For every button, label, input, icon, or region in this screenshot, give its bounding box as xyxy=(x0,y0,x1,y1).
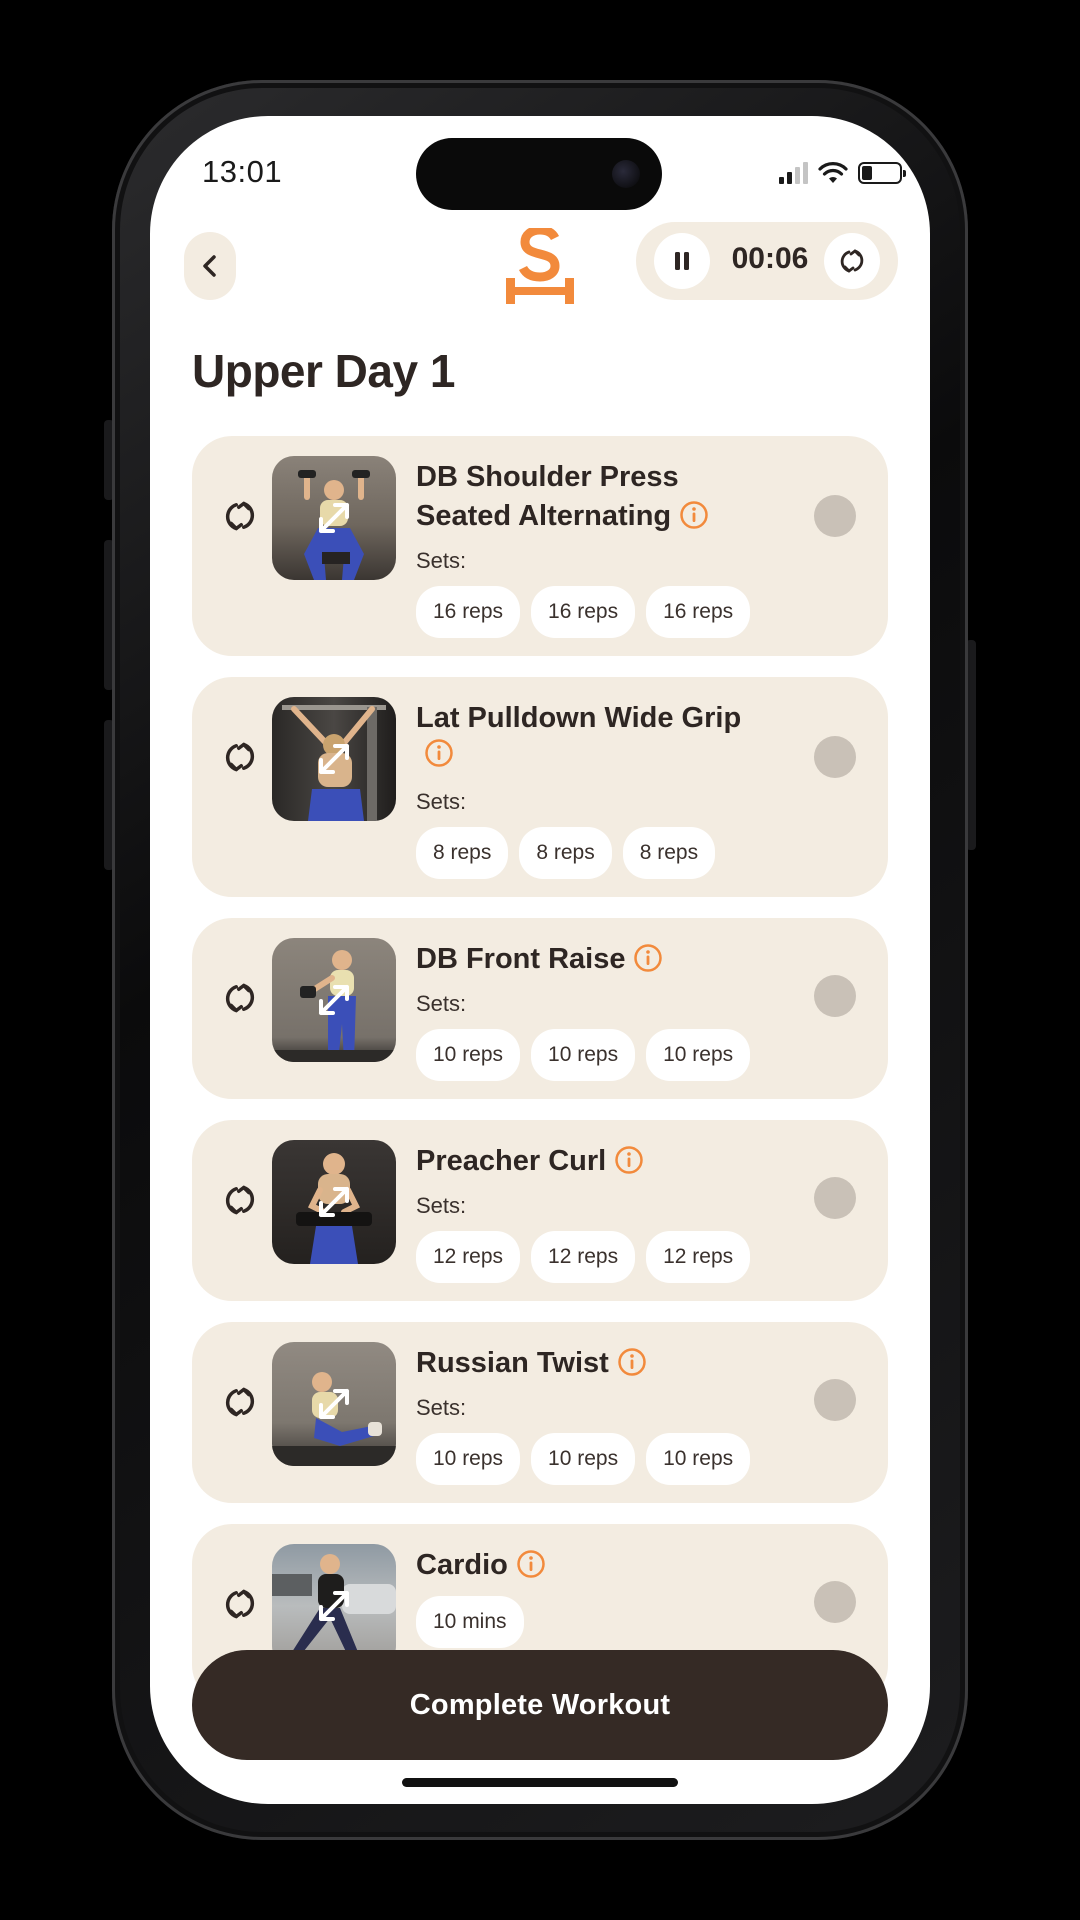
set-chip[interactable]: 10 reps xyxy=(531,1029,636,1081)
status-time: 13:01 xyxy=(202,154,283,189)
battery-icon xyxy=(858,162,906,184)
set-chip[interactable]: 12 reps xyxy=(646,1231,751,1283)
exercise-card[interactable]: DB Shoulder Press Seated Alternating Set… xyxy=(192,436,888,656)
sets-chips: 10 reps 10 reps 10 reps xyxy=(416,1029,751,1081)
sets-chips: 16 reps 16 reps 16 reps xyxy=(416,586,751,638)
set-chip[interactable]: 12 reps xyxy=(531,1231,636,1283)
set-chip[interactable]: 16 reps xyxy=(531,586,636,638)
exercise-thumbnail[interactable] xyxy=(272,938,396,1062)
exercise-name: Preacher Curl xyxy=(416,1145,607,1177)
exercise-complete-toggle[interactable] xyxy=(814,736,856,778)
exercise-title-row: Lat Pulldown Wide Grip xyxy=(416,699,766,768)
set-chip[interactable]: 16 reps xyxy=(646,586,751,638)
timer-value: 00:06 xyxy=(731,242,809,275)
exercise-card[interactable]: DB Front Raise Sets: 10 reps 10 reps 10 … xyxy=(192,918,888,1099)
exercise-name: Russian Twist xyxy=(416,1347,609,1379)
swap-exercise-icon[interactable] xyxy=(220,737,260,777)
info-icon[interactable] xyxy=(614,1145,644,1175)
sets-label: Sets: xyxy=(416,1395,467,1420)
exercise-title-row: Russian Twist xyxy=(416,1344,766,1383)
sets-label: Sets: xyxy=(416,1193,467,1218)
timer-swap-button[interactable] xyxy=(824,233,880,289)
exercise-thumbnail[interactable] xyxy=(272,456,396,580)
set-chip[interactable]: 10 reps xyxy=(416,1433,521,1485)
exercise-thumbnail[interactable] xyxy=(272,1342,396,1466)
set-chip[interactable]: 16 reps xyxy=(416,586,521,638)
workout-timer: 00:06 xyxy=(636,222,898,300)
exercise-name: DB Shoulder Press Seated Alternating xyxy=(416,461,679,532)
wifi-icon xyxy=(818,162,848,183)
info-icon[interactable] xyxy=(424,738,454,768)
set-chip[interactable]: 8 reps xyxy=(519,827,612,879)
phone-mockup: 13:01 00:06 Upper Day 1 DB Shoulder Pres… xyxy=(0,0,1080,1920)
expand-icon xyxy=(319,1389,349,1419)
swap-exercise-icon[interactable] xyxy=(220,1382,260,1422)
pause-icon xyxy=(675,252,689,270)
set-chip[interactable]: 8 reps xyxy=(416,827,509,879)
exercise-title-row: Cardio xyxy=(416,1546,766,1585)
set-chip[interactable]: 10 mins xyxy=(416,1596,524,1648)
cellular-signal-icon xyxy=(779,162,808,184)
sets-chips: 8 reps 8 reps 8 reps xyxy=(416,827,716,879)
status-icons xyxy=(779,158,906,188)
set-chip[interactable]: 8 reps xyxy=(622,827,716,879)
exercise-name: Lat Pulldown Wide Grip xyxy=(416,702,742,734)
swap-exercise-icon[interactable] xyxy=(220,1584,260,1624)
exercise-name: DB Front Raise xyxy=(416,943,626,975)
chevron-left-icon xyxy=(203,255,216,277)
pause-button[interactable] xyxy=(654,233,710,289)
expand-icon xyxy=(319,985,349,1015)
expand-icon xyxy=(319,1591,349,1621)
dynamic-island xyxy=(416,138,662,210)
info-icon[interactable] xyxy=(617,1347,647,1377)
expand-icon xyxy=(319,744,349,774)
app-screen: 13:01 00:06 Upper Day 1 DB Shoulder Pres… xyxy=(150,116,930,1804)
camera-lens xyxy=(612,160,640,188)
exercise-complete-toggle[interactable] xyxy=(814,975,856,1017)
exercise-card[interactable]: Russian Twist Sets: 10 reps 10 reps 10 r… xyxy=(192,1322,888,1503)
exercise-complete-toggle[interactable] xyxy=(814,1379,856,1421)
exercise-title-row: Preacher Curl xyxy=(416,1142,766,1181)
back-button[interactable] xyxy=(184,232,236,300)
set-chip[interactable]: 10 reps xyxy=(646,1433,751,1485)
sets-label: Sets: xyxy=(416,548,467,573)
page-title: Upper Day 1 xyxy=(192,345,455,397)
complete-workout-button[interactable]: Complete Workout xyxy=(192,1650,888,1760)
expand-icon xyxy=(319,1187,349,1217)
swap-exercise-icon[interactable] xyxy=(220,978,260,1018)
set-chip[interactable]: 10 reps xyxy=(416,1029,521,1081)
exercise-complete-toggle[interactable] xyxy=(814,495,856,537)
exercise-title-row: DB Shoulder Press Seated Alternating xyxy=(416,458,766,536)
exercise-card[interactable]: Preacher Curl Sets: 12 reps 12 reps 12 r… xyxy=(192,1120,888,1301)
expand-icon xyxy=(319,503,349,533)
set-chip[interactable]: 10 reps xyxy=(531,1433,636,1485)
sets-label: Sets: xyxy=(416,789,467,814)
exercise-name: Cardio xyxy=(416,1549,508,1581)
info-icon[interactable] xyxy=(633,943,663,973)
sets-chips: 10 mins xyxy=(416,1596,524,1648)
exercise-thumbnail[interactable] xyxy=(272,1140,396,1264)
home-indicator[interactable] xyxy=(402,1778,678,1787)
swap-icon xyxy=(840,249,864,273)
exercise-title-row: DB Front Raise xyxy=(416,940,766,979)
exercise-complete-toggle[interactable] xyxy=(814,1177,856,1219)
exercise-complete-toggle[interactable] xyxy=(814,1581,856,1623)
info-icon[interactable] xyxy=(679,500,709,530)
app-logo-icon xyxy=(506,228,574,304)
sets-chips: 10 reps 10 reps 10 reps xyxy=(416,1433,751,1485)
set-chip[interactable]: 10 reps xyxy=(646,1029,751,1081)
swap-exercise-icon[interactable] xyxy=(220,1180,260,1220)
sets-label: Sets: xyxy=(416,991,467,1016)
sets-chips: 12 reps 12 reps 12 reps xyxy=(416,1231,751,1283)
exercise-thumbnail[interactable] xyxy=(272,697,396,821)
info-icon[interactable] xyxy=(516,1549,546,1579)
exercise-card[interactable]: Lat Pulldown Wide Grip Sets: 8 reps 8 re… xyxy=(192,677,888,897)
set-chip[interactable]: 12 reps xyxy=(416,1231,521,1283)
swap-exercise-icon[interactable] xyxy=(220,496,260,536)
